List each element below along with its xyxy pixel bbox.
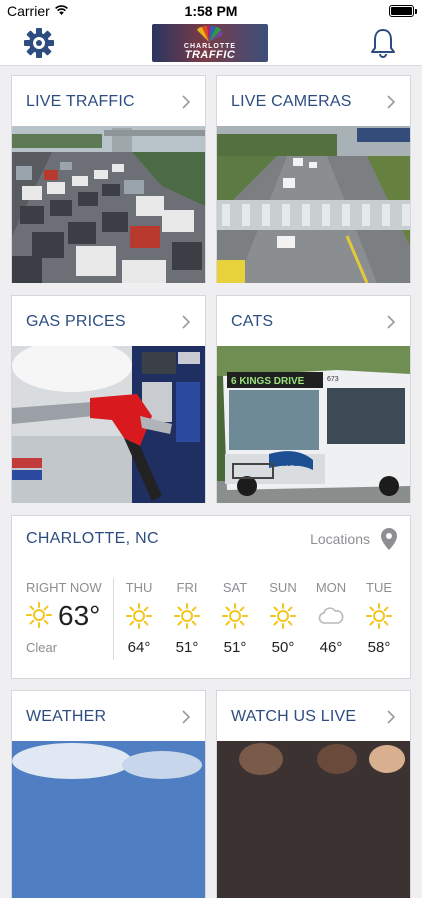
sun-icon [174, 603, 200, 629]
chevron-right-icon [387, 710, 396, 724]
location-pin-icon[interactable] [381, 528, 397, 550]
forecast-day-name: MON [315, 580, 347, 595]
nav-bar: CHARLOTTE TRAFFIC [0, 22, 422, 66]
bus-destination-sign: 6 KINGS DRIVE [231, 376, 305, 387]
tile-header: LIVE TRAFFIC [12, 76, 205, 126]
tile-title: CATS [231, 313, 274, 330]
tile-title: WATCH US LIVE [231, 708, 357, 725]
forecast-day: THU 64° [115, 580, 163, 656]
divider [113, 578, 114, 660]
forecast-temperature: 50° [271, 639, 295, 656]
tile-title: LIVE CAMERAS [231, 93, 352, 110]
peacock-logo-icon [197, 26, 224, 42]
chevron-right-icon [182, 315, 191, 329]
forecast-day-name: SAT [222, 580, 248, 595]
bus-number: 673 [327, 376, 339, 383]
locations-button[interactable]: Locations [310, 531, 370, 547]
forecast-temperature: 51° [223, 639, 247, 656]
bus-logo: CATS [271, 457, 301, 469]
app-logo: CHARLOTTE TRAFFIC [152, 24, 268, 62]
chevron-right-icon [182, 710, 191, 724]
tile-watch-us-live[interactable]: WATCH US LIVE [216, 690, 411, 898]
forecast-temperature: 58° [367, 639, 391, 656]
sun-icon [222, 603, 248, 629]
clock: 1:58 PM [184, 3, 238, 19]
tile-title: WEATHER [26, 708, 107, 725]
tile-header: GAS PRICES [12, 296, 205, 346]
tile-live-cameras[interactable]: LIVE CAMERAS [216, 75, 411, 283]
weather-city: CHARLOTTE, NC [26, 530, 159, 547]
bell-icon[interactable] [366, 26, 400, 60]
tile-live-traffic[interactable]: LIVE TRAFFIC [11, 75, 206, 283]
logo-line2: TRAFFIC [184, 49, 236, 61]
traffic-photo [12, 126, 205, 283]
forecast-day: SUN 50° [259, 580, 307, 656]
current-condition: Clear [26, 640, 58, 655]
weather-photo [12, 741, 205, 898]
tile-header: WEATHER [12, 691, 205, 741]
chevron-right-icon [182, 95, 191, 109]
live-broadcast-photo [217, 741, 410, 898]
tile-weather[interactable]: WEATHER [11, 690, 206, 898]
tile-header: WATCH US LIVE [217, 691, 410, 741]
tile-header: LIVE CAMERAS [217, 76, 410, 126]
sun-icon [270, 603, 296, 629]
tile-title: GAS PRICES [26, 313, 126, 330]
weather-card[interactable]: CHARLOTTE, NC Locations RIGHT NOW 63° Cl… [11, 515, 411, 679]
sun-icon [126, 603, 152, 629]
tile-gas-prices[interactable]: GAS PRICES [11, 295, 206, 503]
chevron-right-icon [387, 95, 396, 109]
tile-title: LIVE TRAFFIC [26, 93, 135, 110]
forecast-day-name: SUN [269, 580, 297, 595]
bus-photo: 6 KINGS DRIVE 673 CATS [217, 346, 410, 503]
forecast-temperature: 46° [319, 639, 343, 656]
forecast-temperature: 64° [127, 639, 151, 656]
current-temperature: 63° [58, 600, 101, 631]
forecast-day: MON 46° [307, 580, 355, 656]
forecast-day-name: THU [125, 580, 153, 595]
gear-icon[interactable] [22, 26, 56, 60]
tile-header: CATS [217, 296, 410, 346]
right-now-label: RIGHT NOW [26, 580, 102, 595]
sun-icon [366, 603, 392, 629]
forecast-day: SAT 51° [211, 580, 259, 656]
sun-icon [26, 602, 52, 628]
forecast-day: TUE 58° [355, 580, 403, 656]
forecast-day-name: TUE [366, 580, 392, 595]
cloud-icon [318, 607, 344, 624]
forecast-day-name: FRI [176, 580, 198, 595]
forecast-day: FRI 51° [163, 580, 211, 656]
chevron-right-icon [387, 315, 396, 329]
status-bar: Carrier 1:58 PM [0, 0, 422, 22]
camera-photo [217, 126, 410, 283]
forecast-temperature: 51° [175, 639, 199, 656]
gas-pump-photo [12, 346, 205, 503]
tile-cats[interactable]: CATS 6 KINGS DRIVE 673 CATS [216, 295, 411, 503]
battery-icon [389, 5, 417, 17]
